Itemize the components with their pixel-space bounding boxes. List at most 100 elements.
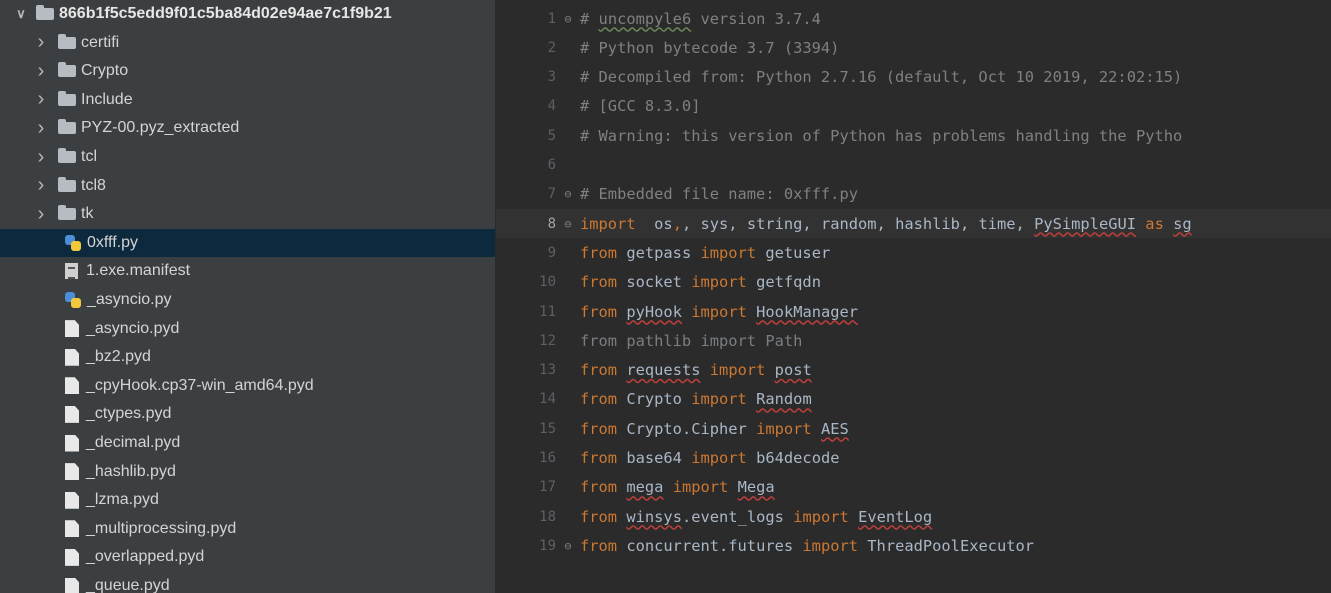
chevron-right-icon[interactable]: › — [34, 146, 48, 169]
tree-item[interactable]: _asyncio.py — [0, 286, 495, 314]
code-line[interactable]: 15 from Crypto.Cipher import AES — [496, 414, 1331, 443]
code-token: from — [580, 302, 618, 321]
code-token: import — [700, 243, 757, 262]
tree-item[interactable]: › tk — [0, 200, 495, 228]
chevron-right-icon[interactable]: › — [34, 203, 48, 226]
code-token: import — [691, 390, 747, 409]
code-token: from — [580, 507, 618, 526]
tree-item[interactable]: › tcl8 — [0, 172, 495, 200]
code-token: Crypto.Cipher — [617, 419, 757, 438]
code-line[interactable]: 1 ⊖ # uncompyle6 version 3.7.4 — [496, 4, 1331, 33]
code-token: # [GCC 8.3.0] — [580, 97, 701, 116]
fold-marker-icon[interactable]: ⊖ — [556, 12, 580, 26]
code-line[interactable]: 2 # Python bytecode 3.7 (3394) — [496, 33, 1331, 62]
tree-item[interactable]: _multiprocessing.pyd — [0, 515, 495, 543]
python-file-icon — [65, 234, 81, 251]
code-token: as — [1145, 214, 1164, 233]
tree-item-label: tcl8 — [81, 176, 106, 194]
tree-item[interactable]: › PYZ-00.pyz_extracted — [0, 114, 495, 142]
tree-item[interactable]: _lzma.pyd — [0, 486, 495, 514]
tree-item[interactable]: _queue.pyd — [0, 572, 495, 593]
tree-item[interactable]: 0xfff.py — [0, 228, 495, 257]
chevron-right-icon[interactable]: › — [34, 60, 48, 83]
code-token: .event_logs — [681, 507, 794, 526]
chevron-right-icon[interactable]: › — [34, 174, 48, 197]
code-line[interactable]: 14 from Crypto import Random — [496, 385, 1331, 414]
code-line[interactable]: 9 from getpass import getuser — [496, 238, 1331, 267]
tree-item[interactable]: › Include — [0, 86, 495, 114]
line-number: 5 — [547, 127, 556, 144]
tree-root-folder[interactable]: ∨ 866b1f5c5edd9f01c5ba84d02e94ae7c1f9b21 — [0, 0, 495, 28]
line-number: 8 — [547, 215, 556, 232]
tree-item[interactable]: 1.exe.manifest — [0, 257, 495, 285]
chevron-right-icon[interactable]: › — [34, 88, 48, 111]
folder-icon — [58, 176, 76, 192]
code-line[interactable]: 11 from pyHook import HookManager — [496, 297, 1331, 326]
tree-item-label: _lzma.pyd — [86, 491, 159, 509]
code-text: from mega import Mega — [580, 478, 775, 496]
line-number: 6 — [547, 157, 556, 173]
file-icon — [65, 520, 79, 538]
tree-item[interactable]: › Crypto — [0, 57, 495, 85]
tree-item[interactable]: _decimal.pyd — [0, 429, 495, 457]
code-line[interactable]: 3 # Decompiled from: Python 2.7.16 (defau… — [496, 63, 1331, 92]
code-line[interactable]: 12 from pathlib import Path — [496, 326, 1331, 355]
line-number: 12 — [539, 332, 556, 349]
chevron-right-icon[interactable]: › — [34, 31, 48, 54]
code-line[interactable]: 17 from mega import Mega — [496, 473, 1331, 502]
fold-marker-icon[interactable]: ⊖ — [556, 539, 580, 553]
line-number: 19 — [539, 537, 556, 554]
code-line[interactable]: 4 # [GCC 8.3.0] — [496, 92, 1331, 121]
code-line[interactable]: 18 from winsys.event_logs import EventLog — [496, 502, 1331, 531]
code-token: from — [580, 419, 618, 438]
code-token: # Python bytecode 3.7 (3394) — [580, 38, 840, 57]
code-token: import — [709, 361, 766, 380]
tree-item[interactable]: _ctypes.pyd — [0, 400, 495, 428]
code-editor[interactable]: 1 ⊖ # uncompyle6 version 3.7.4 2 # Python by… — [496, 0, 1331, 593]
chevron-down-icon[interactable]: ∨ — [14, 6, 28, 22]
code-line[interactable]: 8 ⊖ import os,, sys, string, random, hashl… — [496, 209, 1331, 239]
file-icon — [65, 320, 79, 338]
tree-item-label: tcl — [81, 148, 97, 165]
code-line[interactable]: 13 from requests import post — [496, 356, 1331, 385]
tree-item[interactable]: _asyncio.pyd — [0, 315, 495, 343]
code-token: import — [691, 302, 747, 321]
code-line[interactable]: 19 ⊖ from concurrent.futures import Thread… — [496, 531, 1331, 560]
tree-root-label: 866b1f5c5edd9f01c5ba84d02e94ae7c1f9b21 — [59, 5, 392, 22]
tree-item-label: _hashlib.pyd — [86, 462, 176, 480]
tree-item[interactable]: _bz2.pyd — [0, 343, 495, 371]
tree-item[interactable]: › certifi — [0, 29, 495, 57]
code-line[interactable]: 16 from base64 import b64decode — [496, 444, 1331, 473]
chevron-right-icon[interactable]: › — [34, 117, 48, 140]
code-line[interactable]: 5 # Warning: this version of Python has p… — [496, 121, 1331, 150]
code-token: uncompyle6 — [598, 9, 692, 28]
tree-item-label: _multiprocessing.pyd — [86, 519, 237, 537]
fold-marker-icon[interactable]: ⊖ — [556, 217, 580, 231]
code-token: from — [580, 536, 618, 555]
tree-item[interactable]: _cpyHook.cp37-win_amd64.pyd — [0, 372, 495, 400]
code-text: import os,, sys, string, random, hashlib… — [580, 215, 1192, 233]
tree-item[interactable]: › tcl — [0, 143, 495, 171]
tree-item-label: _queue.pyd — [86, 577, 170, 593]
ide-window: ∨ 866b1f5c5edd9f01c5ba84d02e94ae7c1f9b21 ›… — [0, 0, 1331, 593]
tree-item[interactable]: _hashlib.pyd — [0, 458, 495, 486]
code-token: from — [580, 449, 618, 467]
code-line[interactable]: 10 from socket import getfqdn — [496, 268, 1331, 297]
code-text: from winsys.event_logs import EventLog — [580, 508, 932, 526]
code-text: from requests import post — [580, 361, 812, 379]
line-number: 16 — [539, 450, 556, 466]
code-text: # Warning: this version of Python has pr… — [580, 127, 1182, 145]
code-line[interactable]: 7 ⊖ # Embedded file name: 0xfff.py — [496, 180, 1331, 209]
code-token: EventLog — [858, 507, 933, 526]
tree-item[interactable]: _overlapped.pyd — [0, 543, 495, 571]
fold-marker-icon[interactable]: ⊖ — [556, 187, 580, 201]
code-line[interactable]: 6 — [496, 151, 1331, 180]
project-tree-panel: ∨ 866b1f5c5edd9f01c5ba84d02e94ae7c1f9b21 ›… — [0, 0, 495, 593]
